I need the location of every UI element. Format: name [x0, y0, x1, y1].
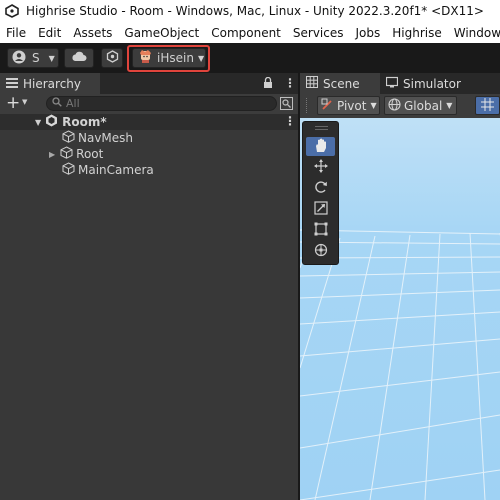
- unity-scene-icon: [45, 114, 58, 130]
- rect-tool-button[interactable]: [306, 221, 335, 240]
- scene-tools-panel: [302, 121, 339, 265]
- global-dropdown[interactable]: Global ▼: [384, 96, 457, 115]
- account-dropdown[interactable]: S ▼: [7, 48, 59, 68]
- transform-tool-button[interactable]: [306, 242, 335, 261]
- global-label: Global: [404, 98, 443, 113]
- search-icon: [52, 97, 62, 110]
- scene-name: Room*: [62, 115, 107, 129]
- menu-window[interactable]: Window: [448, 26, 500, 40]
- search-input[interactable]: All: [46, 96, 277, 111]
- menu-edit[interactable]: Edit: [32, 26, 67, 40]
- plastic-scm-button[interactable]: [101, 48, 123, 68]
- main-toolbar: S ▼ iHsein ▼: [0, 43, 500, 74]
- move-icon: [313, 159, 328, 176]
- scene-header: Scene Simulator: [300, 73, 500, 95]
- list-item-label: Root: [76, 147, 104, 161]
- window-title-bar: Highrise Studio - Room - Windows, Mac, L…: [0, 0, 500, 22]
- list-item[interactable]: NavMesh: [0, 130, 298, 146]
- more-options-icon[interactable]: ⋮: [284, 76, 296, 90]
- chevron-down-icon[interactable]: ▼: [35, 118, 41, 127]
- list-item[interactable]: MainCamera: [0, 162, 298, 178]
- menu-highrise[interactable]: Highrise: [386, 26, 447, 40]
- window-title: Highrise Studio - Room - Windows, Mac, L…: [26, 4, 484, 18]
- list-item[interactable]: ▶ Root: [0, 146, 298, 162]
- scene-toolbar: Pivot ▼ Global ▼: [300, 94, 500, 119]
- grid-icon: [306, 76, 318, 91]
- account-icon: [12, 50, 26, 67]
- chevron-down-icon: ▼: [48, 53, 55, 63]
- tab-scene-label: Scene: [323, 76, 360, 91]
- drag-handle[interactable]: [306, 98, 309, 113]
- account-label: S: [32, 51, 40, 65]
- chevron-down-icon: ▼: [446, 101, 453, 110]
- globe-icon: [388, 97, 401, 114]
- tab-simulator[interactable]: Simulator: [380, 73, 470, 94]
- move-tool-button[interactable]: [306, 158, 335, 177]
- scale-icon: [313, 201, 328, 218]
- chevron-down-icon[interactable]: ▼: [22, 98, 27, 106]
- search-placeholder: All: [66, 97, 80, 110]
- more-options-icon[interactable]: ⋮: [284, 114, 296, 128]
- pivot-icon: [321, 98, 334, 114]
- menu-gameobject[interactable]: GameObject: [118, 26, 205, 40]
- scene-row[interactable]: ▼ Room* ⋮: [0, 114, 298, 130]
- menu-jobs[interactable]: Jobs: [350, 26, 387, 40]
- drag-handle[interactable]: [315, 126, 328, 127]
- tab-scene[interactable]: Scene: [300, 73, 380, 94]
- device-icon: [385, 76, 399, 91]
- hierarchy-search-row: + ▼ All: [0, 94, 298, 115]
- cloud-button[interactable]: [64, 48, 94, 68]
- hexagon-icon: [106, 50, 119, 66]
- pivot-label: Pivot: [337, 98, 367, 113]
- lock-icon[interactable]: [263, 76, 273, 92]
- tab-hierarchy[interactable]: Hierarchy: [0, 73, 100, 94]
- drag-handle-line: [315, 129, 328, 130]
- list-item-label: NavMesh: [78, 131, 134, 145]
- hand-tool-button[interactable]: [306, 137, 335, 156]
- rect-transform-icon: [314, 222, 328, 239]
- transform-icon: [314, 243, 328, 260]
- cube-icon: [62, 162, 75, 178]
- grid-snap-icon: [481, 97, 494, 114]
- tab-hierarchy-label: Hierarchy: [23, 76, 82, 91]
- hierarchy-tree: ▼ Room* ⋮ NavMesh ▶ Root MainCamera: [0, 114, 298, 500]
- chevron-right-icon[interactable]: ▶: [49, 150, 55, 159]
- menu-bar: File Edit Assets GameObject Component Se…: [0, 22, 500, 43]
- tab-simulator-label: Simulator: [403, 76, 461, 91]
- menu-services[interactable]: Services: [287, 26, 350, 40]
- cube-icon: [62, 130, 75, 146]
- highlight-annotation: [127, 45, 210, 72]
- rotate-icon: [314, 180, 328, 197]
- scale-tool-button[interactable]: [306, 200, 335, 219]
- unity-logo-icon: [5, 4, 19, 18]
- pivot-dropdown[interactable]: Pivot ▼: [317, 96, 380, 115]
- hand-icon: [314, 138, 328, 156]
- menu-file[interactable]: File: [0, 26, 32, 40]
- add-icon[interactable]: +: [6, 94, 20, 113]
- menu-assets[interactable]: Assets: [67, 26, 118, 40]
- list-icon: [6, 77, 18, 91]
- cube-icon: [60, 146, 73, 162]
- hierarchy-header: Hierarchy ⋮: [0, 73, 298, 95]
- grid-snap-toggle[interactable]: [475, 96, 500, 115]
- list-item-label: MainCamera: [78, 163, 154, 177]
- rotate-tool-button[interactable]: [306, 179, 335, 198]
- menu-component[interactable]: Component: [205, 26, 287, 40]
- search-filter-icon[interactable]: [280, 97, 293, 113]
- cloud-icon: [71, 51, 87, 65]
- chevron-down-icon: ▼: [370, 101, 377, 110]
